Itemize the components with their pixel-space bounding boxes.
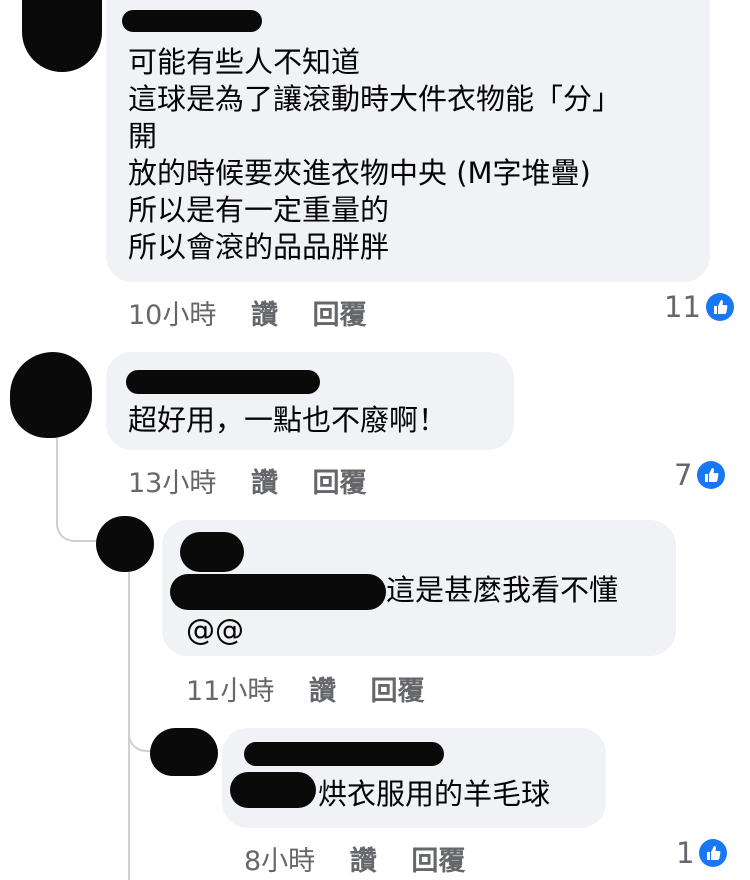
comment-line: 所以是有一定重量的 [128,193,390,227]
avatar[interactable] [22,0,102,72]
reply-button[interactable]: 回覆 [313,468,367,499]
avatar[interactable] [96,516,154,572]
like-button[interactable]: 讚 [350,846,377,877]
like-button[interactable]: 讚 [251,300,278,331]
comment-line: 放的時候要夾進衣物中央 (M字堆疊) [128,156,591,190]
like-button[interactable]: 讚 [309,676,336,707]
redacted-mention [170,574,386,610]
reply-button[interactable]: 回覆 [313,300,367,331]
like-button[interactable]: 讚 [251,468,278,499]
comment-meta: 13小時 讚 回覆 [128,461,367,500]
reply-button[interactable]: 回覆 [371,676,425,707]
thumbs-up-icon [699,839,728,867]
comment-text: 這是甚麼我看不懂 [386,573,619,607]
reaction-count[interactable]: 11 [664,290,735,324]
like-count: 1 [676,836,695,870]
redacted-author-name [244,742,444,766]
avatar[interactable] [10,352,92,438]
redacted-author-name [180,532,244,572]
comment-meta: 11小時 讚 回覆 [186,669,425,708]
timestamp[interactable]: 11小時 [186,676,274,707]
timestamp[interactable]: 8小時 [244,846,315,877]
timestamp[interactable]: 10小時 [128,300,216,331]
comment-meta: 8小時 讚 回覆 [244,839,465,878]
thumbs-up-icon [705,293,734,321]
reaction-count[interactable]: 1 [676,836,728,870]
reply-button[interactable]: 回覆 [411,846,465,877]
comment-line: 所以會滾的品品胖胖 [128,230,390,264]
reaction-count[interactable]: 7 [674,458,726,492]
redacted-author-name [122,10,262,32]
comment-line: 可能有些人不知道 [128,45,361,79]
comment-text: 超好用，一點也不廢啊！ [128,403,448,437]
comment-text: @@ [186,613,244,647]
like-count: 11 [664,290,701,324]
timestamp[interactable]: 13小時 [128,468,216,499]
thumbs-up-icon [697,461,726,489]
avatar[interactable] [150,728,218,776]
like-count: 7 [674,458,693,492]
comment-meta: 10小時 讚 回覆 [128,293,367,332]
comment-text: 可能有些人不知道 這球是為了讓滾動時大件衣物能「分」 開 放的時候要夾進衣物中央… [128,44,621,266]
comment-line: 開 [128,119,158,153]
comment-text: 烘衣服用的羊毛球 [318,777,551,811]
thread-curve [56,500,98,542]
comment-line: 這球是為了讓滾動時大件衣物能「分」 [128,82,622,116]
redacted-author-name [126,370,320,394]
redacted-mention [230,772,316,808]
